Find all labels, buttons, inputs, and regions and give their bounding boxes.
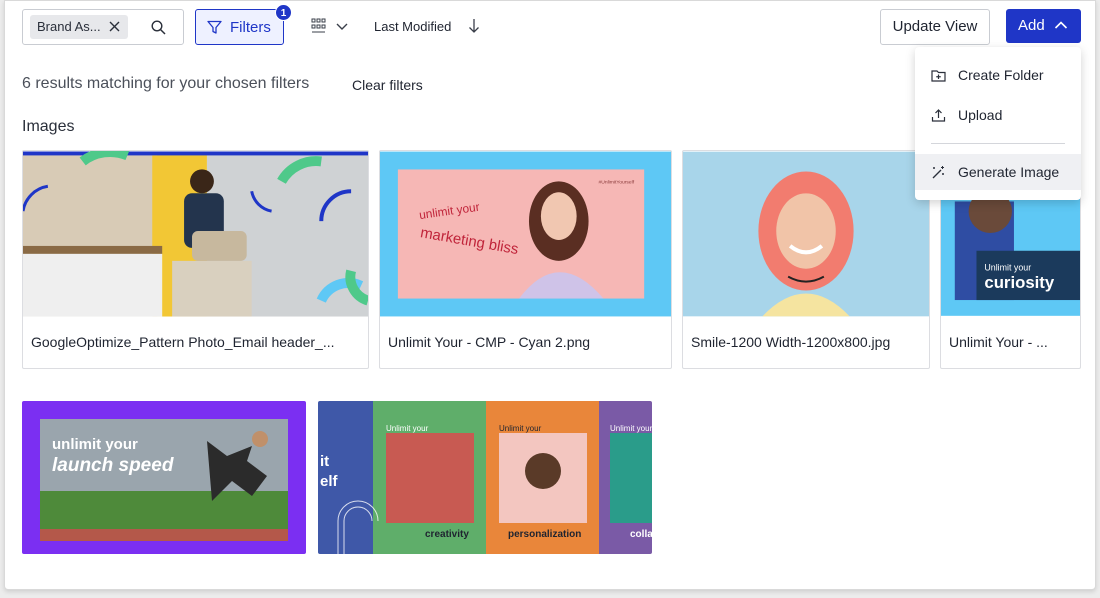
results-summary: 6 results matching for your chosen filte… [22, 75, 310, 92]
folder-plus-icon [931, 70, 946, 82]
asset-thumbnail[interactable]: it elf Unlimit your Unlimit your Unlimit… [318, 401, 652, 554]
thumb-line-2: curiosity [984, 273, 1054, 292]
menu-item-generate-image[interactable]: Generate Image [915, 154, 1081, 190]
menu-item-label: Create Folder [958, 67, 1044, 83]
app-frame: Brand As... Filters 1 Last Modified Upda… [4, 0, 1096, 590]
thumb-line-2: launch speed [52, 455, 174, 476]
thumb-word-3: colla [630, 529, 652, 540]
filters-button[interactable]: Filters [195, 9, 284, 45]
asset-name: Unlimit Your - CMP - Cyan 2.png [388, 334, 591, 350]
grid-view-icon[interactable] [311, 17, 351, 37]
filters-label: Filters [230, 19, 271, 36]
asset-thumbnail[interactable]: #UnlimitYourself unlimit your marketing … [380, 151, 671, 317]
thumb-line-1: unlimit your [52, 436, 138, 453]
magic-wand-icon [932, 166, 944, 179]
asset-thumbnail[interactable]: unlimit your launch speed [22, 401, 306, 554]
thumb-panel-3: Unlimit your [610, 424, 652, 433]
thumb-tag: #UnlimitYourself [598, 179, 634, 185]
menu-item-create-folder[interactable]: Create Folder [915, 57, 1081, 93]
thumb-word-1: creativity [425, 529, 469, 540]
asset-card[interactable]: #UnlimitYourself unlimit your marketing … [379, 150, 672, 369]
asset-card[interactable]: GoogleOptimize_Pattern Photo_Email heade… [22, 150, 369, 369]
asset-name: GoogleOptimize_Pattern Photo_Email heade… [31, 334, 335, 350]
close-icon[interactable] [109, 21, 120, 32]
filter-chip[interactable]: Brand As... [30, 15, 128, 39]
filters-count-badge: 1 [275, 4, 292, 21]
chevron-up-icon [1054, 21, 1068, 29]
funnel-icon [207, 20, 222, 34]
menu-item-label: Upload [958, 107, 1003, 123]
thumb-word-2: personalization [508, 529, 581, 540]
asset-name: Smile-1200 Width-1200x800.jpg [691, 334, 891, 350]
thumb-left-2: elf [320, 473, 339, 490]
menu-divider [931, 143, 1065, 144]
asset-card[interactable]: it elf Unlimit your Unlimit your Unlimit… [318, 401, 652, 554]
asset-card[interactable]: unlimit your launch speed [22, 401, 306, 554]
menu-item-label: Generate Image [958, 164, 1060, 180]
asset-thumbnail[interactable] [683, 151, 929, 317]
thumb-left-1: it [320, 453, 329, 470]
clear-filters-link[interactable]: Clear filters [352, 77, 423, 93]
asset-thumbnail[interactable] [23, 151, 368, 317]
arrow-down-icon[interactable] [467, 18, 481, 34]
sort-label[interactable]: Last Modified [374, 19, 451, 34]
upload-icon [931, 109, 946, 122]
menu-item-upload[interactable]: Upload [915, 97, 1081, 133]
chevron-down-icon [336, 23, 348, 30]
add-dropdown-menu: Create Folder Upload Generate Image [915, 47, 1081, 200]
update-view-button[interactable]: Update View [880, 9, 990, 45]
asset-card[interactable]: Smile-1200 Width-1200x800.jpg [682, 150, 930, 369]
thumb-panel-1: Unlimit your [386, 424, 429, 433]
add-button[interactable]: Add [1006, 9, 1081, 43]
thumb-line-1: Unlimit your [984, 262, 1031, 272]
asset-name: Unlimit Your - ... [949, 334, 1048, 350]
thumb-panel-2: Unlimit your [499, 424, 542, 433]
search-icon[interactable] [151, 20, 166, 35]
add-label: Add [1018, 17, 1045, 34]
filter-chip-label: Brand As... [37, 19, 101, 34]
section-title: Images [22, 118, 75, 135]
search-box[interactable]: Brand As... [22, 9, 184, 45]
